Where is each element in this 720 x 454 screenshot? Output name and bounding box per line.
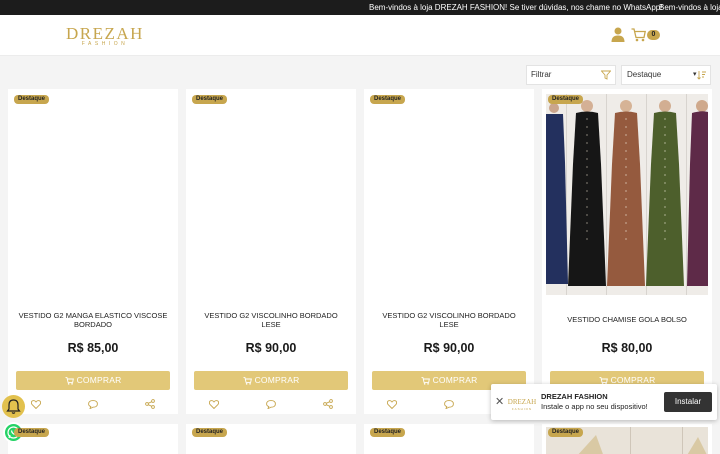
product-image[interactable] bbox=[542, 89, 712, 299]
announcement-text-repeat: Bem-vindos à loja bbox=[659, 3, 720, 12]
filter-button[interactable]: Filtrar bbox=[526, 65, 616, 85]
heart-icon[interactable] bbox=[30, 396, 42, 414]
chevron-down-icon: ▾ bbox=[693, 71, 697, 78]
app-logo-main: DREZAH bbox=[507, 398, 537, 406]
notification-bell-button[interactable] bbox=[2, 395, 25, 418]
user-icon[interactable] bbox=[611, 27, 625, 42]
funnel-icon bbox=[601, 70, 611, 80]
product-price: R$ 90,00 bbox=[423, 341, 475, 355]
featured-badge: Destaque bbox=[548, 428, 584, 437]
product-card[interactable]: Destaque VESTIDO G2 VISCOLINHO BORDADO L… bbox=[186, 89, 356, 414]
buy-button[interactable]: COMPRAR bbox=[194, 371, 348, 390]
featured-badge: Destaque bbox=[14, 428, 50, 437]
install-button[interactable]: Instalar bbox=[664, 392, 712, 412]
product-name[interactable]: VESTIDO G2 VISCOLINHO BORDADO LESE bbox=[196, 308, 346, 332]
product-price: R$ 85,00 bbox=[67, 341, 119, 355]
logo-main-text: DREZAH bbox=[66, 24, 144, 43]
filter-label: Filtrar bbox=[531, 70, 552, 79]
product-actions bbox=[186, 396, 356, 410]
product-card[interactable]: Destaque VESTIDO G2 VISCOLINHO BORDADO L… bbox=[364, 89, 534, 414]
comment-icon[interactable] bbox=[88, 396, 98, 414]
brand-logo[interactable]: DREZAH FASHION bbox=[66, 24, 144, 48]
product-card[interactable]: Destaque VESTIDO G2 MANGA ELASTICO VISCO… bbox=[8, 89, 178, 414]
cart-count-badge: 0 bbox=[647, 30, 660, 40]
announcement-bar: Bem-vindos à loja DREZAH FASHION! Se tiv… bbox=[0, 0, 720, 15]
heart-icon[interactable] bbox=[208, 396, 220, 414]
close-icon[interactable]: ✕ bbox=[495, 395, 504, 408]
cart-icon bbox=[65, 377, 74, 385]
product-image[interactable] bbox=[8, 89, 178, 299]
product-card[interactable]: Destaque VESTIDO CHAMISE GOLA BOLSO R$ 8… bbox=[542, 89, 712, 414]
cart-icon bbox=[243, 377, 252, 385]
cart-icon[interactable] bbox=[631, 28, 646, 42]
product-name[interactable]: VESTIDO G2 MANGA ELASTICO VISCOSE BORDAD… bbox=[18, 308, 168, 332]
featured-badge: Destaque bbox=[370, 428, 406, 437]
bell-icon bbox=[6, 399, 21, 414]
featured-badge: Destaque bbox=[192, 95, 228, 104]
announcement-text: Bem-vindos à loja DREZAH FASHION! Se tiv… bbox=[369, 3, 663, 12]
share-icon[interactable] bbox=[145, 396, 155, 414]
featured-badge: Destaque bbox=[192, 428, 228, 437]
install-app-name: DREZAH FASHION bbox=[541, 392, 608, 401]
product-image[interactable] bbox=[364, 89, 534, 299]
product-image[interactable] bbox=[186, 89, 356, 299]
buy-button[interactable]: COMPRAR bbox=[16, 371, 170, 390]
dress-photo bbox=[546, 94, 708, 295]
install-app-message: Instale o app no seu dispositivo! bbox=[541, 402, 648, 411]
dress-illustration bbox=[546, 94, 708, 295]
product-name[interactable]: VESTIDO CHAMISE GOLA BOLSO bbox=[552, 308, 702, 332]
featured-badge: Destaque bbox=[548, 95, 584, 104]
site-header: DREZAH FASHION 0 bbox=[0, 15, 720, 56]
product-price: R$ 80,00 bbox=[601, 341, 653, 355]
product-name[interactable]: VESTIDO G2 VISCOLINHO BORDADO LESE bbox=[374, 308, 524, 332]
cart-icon bbox=[421, 377, 430, 385]
buy-button-label: COMPRAR bbox=[76, 375, 122, 385]
buy-button-label: COMPRAR bbox=[432, 375, 478, 385]
sort-icon bbox=[697, 71, 706, 80]
sort-selected-value: Destaque bbox=[627, 70, 662, 79]
comment-icon[interactable] bbox=[444, 396, 454, 414]
share-icon[interactable] bbox=[323, 396, 333, 414]
product-price: R$ 90,00 bbox=[245, 341, 297, 355]
featured-badge: Destaque bbox=[370, 95, 406, 104]
featured-badge: Destaque bbox=[14, 95, 50, 104]
heart-icon[interactable] bbox=[386, 396, 398, 414]
app-logo: DREZAH FASHION bbox=[507, 392, 537, 411]
buy-button-label: COMPRAR bbox=[254, 375, 300, 385]
product-actions bbox=[8, 396, 178, 410]
app-logo-sub: FASHION bbox=[511, 407, 533, 411]
sort-select[interactable]: Destaque ▾ bbox=[621, 65, 711, 85]
comment-icon[interactable] bbox=[266, 396, 276, 414]
install-app-prompt: ✕ DREZAH FASHION DREZAH FASHION Instale … bbox=[491, 384, 717, 420]
